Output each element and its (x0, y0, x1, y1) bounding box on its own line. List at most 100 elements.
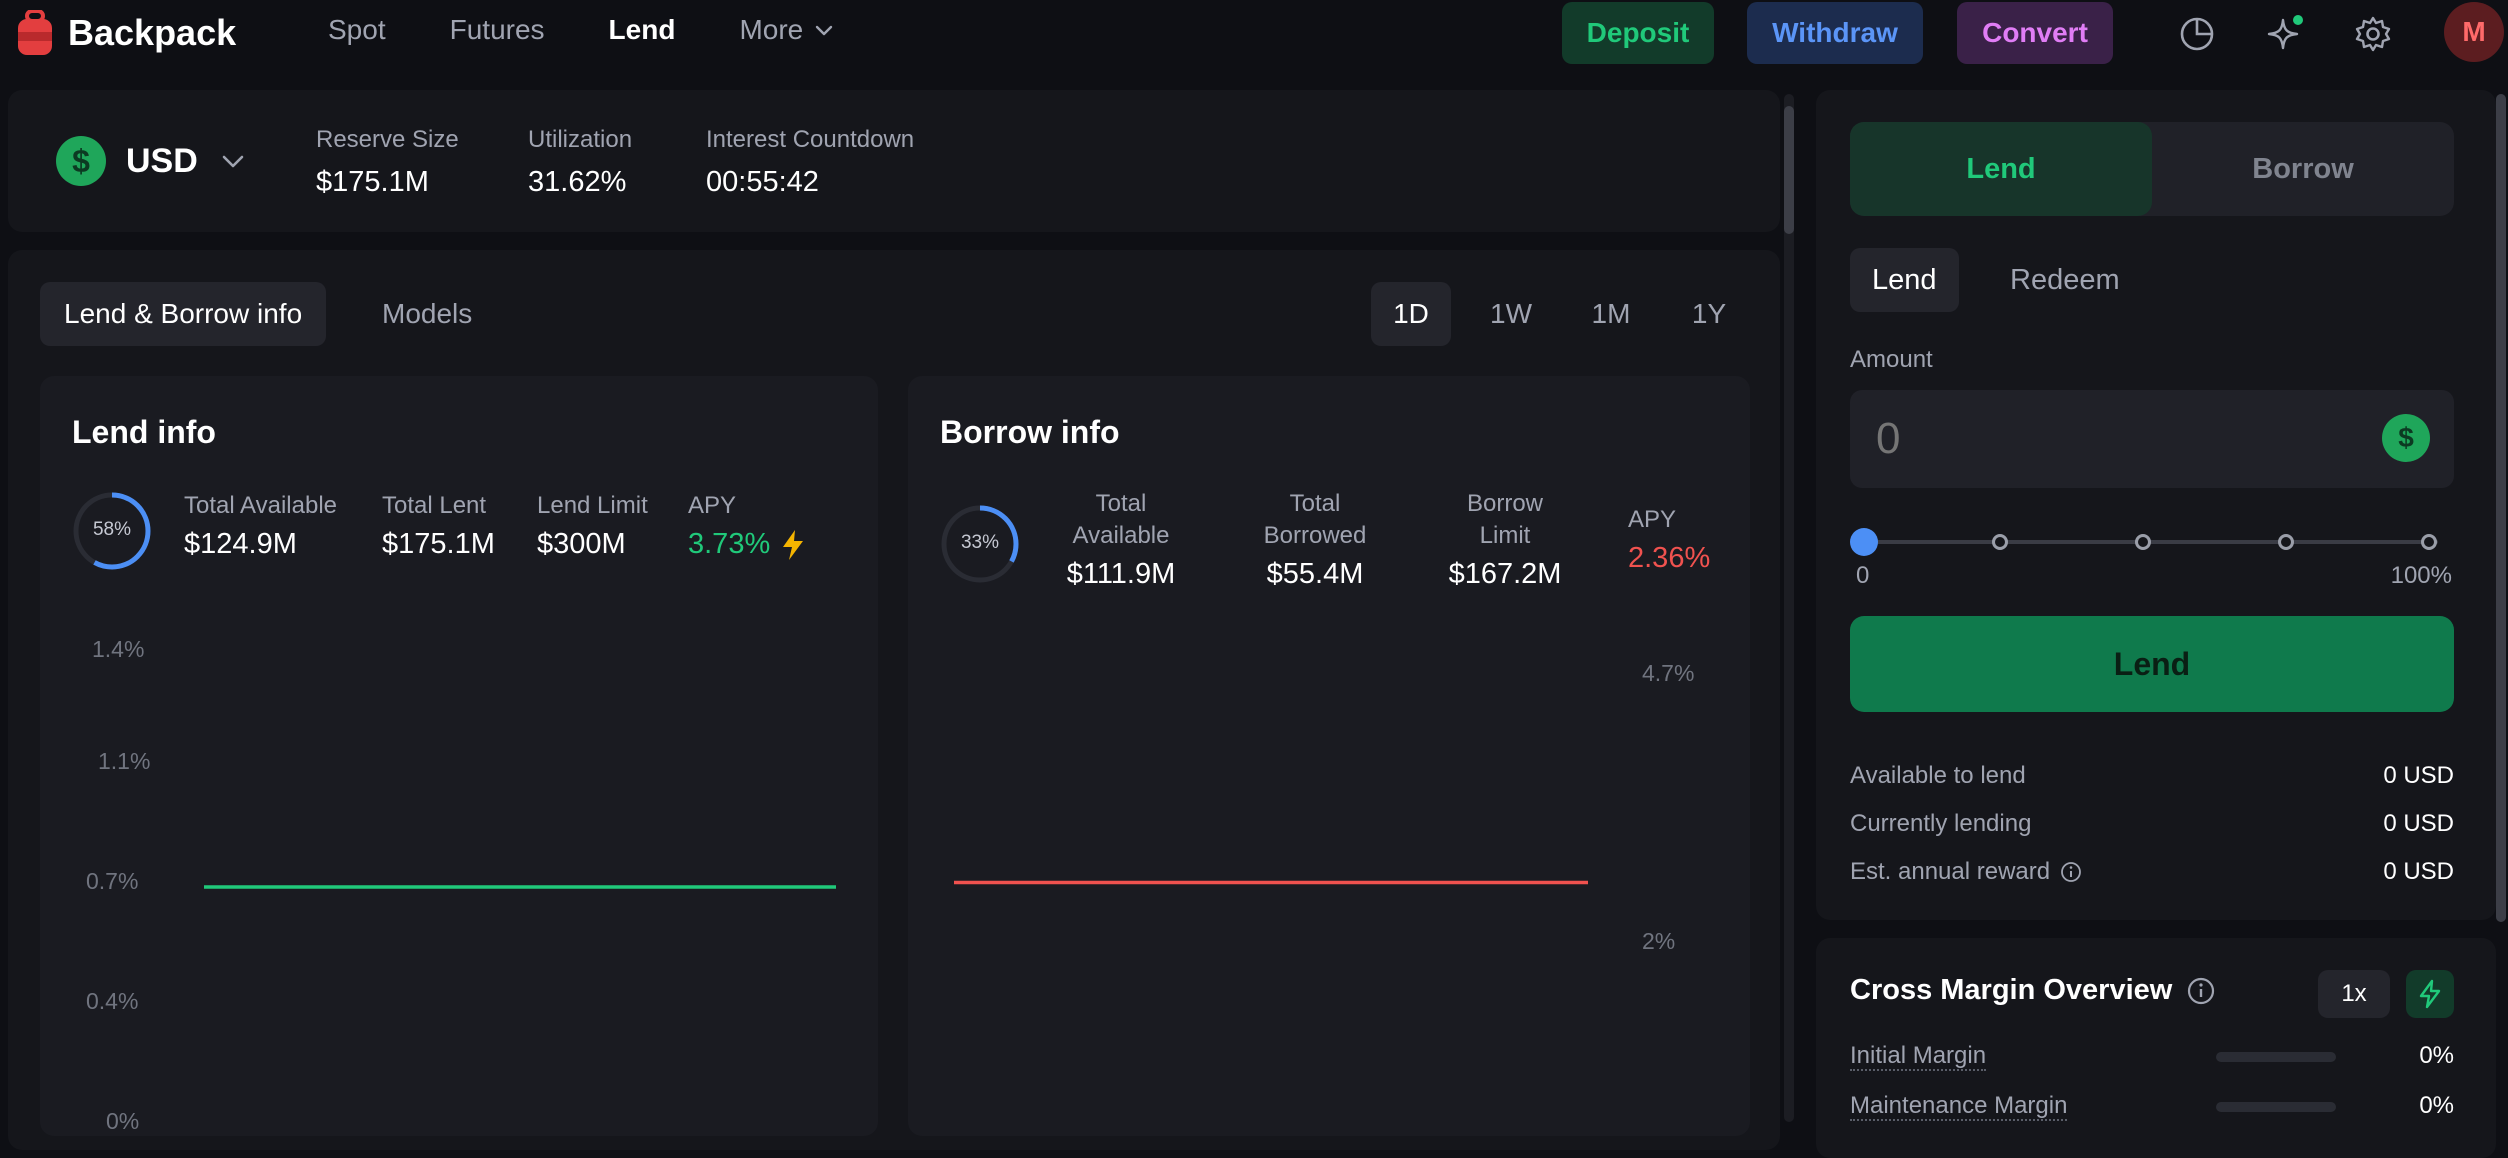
info-icon[interactable] (2060, 861, 2082, 883)
convert-button[interactable]: Convert (1957, 2, 2113, 64)
range-1m-button[interactable]: 1M (1571, 282, 1651, 346)
stat-label: Interest Countdown (706, 126, 915, 153)
slider-max-label: 100% (2390, 562, 2452, 589)
mode-toggle: Lend Borrow (1850, 122, 2454, 216)
side-scrollbar-track[interactable] (2496, 94, 2506, 922)
slider-step-50[interactable] (2135, 534, 2151, 550)
asset-selector[interactable]: $ USD (56, 136, 248, 186)
brand-logo-link[interactable]: Backpack (16, 10, 236, 56)
summary-row-lending: Currently lending 0 USD (1850, 810, 2454, 838)
reserve-size-stat: Reserve Size $175.1M (316, 126, 459, 199)
borrow-apy-line-chart (954, 880, 1588, 885)
initial-margin-row: Initial Margin 0% (1850, 1042, 2454, 1071)
sub-tab-redeem[interactable]: Redeem (1988, 248, 2142, 312)
interest-countdown-stat: Interest Countdown 00:55:42 (706, 126, 914, 199)
summary-label: Available to lend (1850, 762, 2026, 789)
lend-borrow-form-panel: Lend Borrow Lend Redeem Amount $ 0 100% … (1816, 90, 2496, 920)
utilization-stat: Utilization 31.62% (528, 126, 632, 199)
deposit-button[interactable]: Deposit (1562, 2, 1714, 64)
tab-models[interactable]: Models (358, 282, 496, 346)
y-axis-tick: 1.1% (98, 748, 151, 774)
stat-value: 31.62% (528, 166, 627, 198)
stat-label: Utilization (528, 126, 633, 153)
stat-value: $111.9M (1066, 558, 1176, 590)
lend-info-card: Lend info 58% Total Available $124.9M To… (40, 376, 878, 1136)
settings-gear-icon[interactable] (2353, 14, 2393, 54)
maintenance-margin-row: Maintenance Margin 0% (1850, 1092, 2454, 1121)
lightning-bolt-icon (783, 529, 804, 560)
y-axis-tick: 0.4% (86, 988, 139, 1014)
summary-label: Est. annual reward (1850, 858, 2051, 885)
portfolio-pie-icon[interactable] (2177, 14, 2217, 54)
range-1w-button[interactable]: 1W (1471, 282, 1551, 346)
auto-lend-toggle[interactable] (2406, 970, 2454, 1018)
slider-step-25[interactable] (1992, 534, 2008, 550)
range-1y-button[interactable]: 1Y (1669, 282, 1749, 346)
summary-value: 0 USD (2383, 810, 2454, 837)
lend-apy-value: 3.73% (688, 528, 771, 560)
borrow-info-card: Borrow info 33% Total Available $111.9M … (908, 376, 1750, 1136)
stat-value: $175.1M (382, 528, 495, 560)
amount-input[interactable] (1876, 410, 2356, 468)
nav-item-lend[interactable]: Lend (609, 14, 676, 46)
info-icon[interactable] (2186, 976, 2216, 1006)
card-title: Lend info (72, 414, 216, 450)
slider-min-label: 0 (1856, 562, 1870, 589)
y-axis-tick: 4.7% (1642, 660, 1695, 686)
margin-row-value: 0% (2419, 1092, 2454, 1119)
total-available-stat: Total Available $111.9M (1050, 488, 1192, 591)
brand-name: Backpack (68, 12, 237, 53)
stat-label: Reserve Size (316, 126, 459, 153)
stat-value: $167.2M (1448, 558, 1562, 590)
nav-item-futures[interactable]: Futures (450, 14, 545, 46)
reserve-summary-panel: $ USD Reserve Size $175.1M Utilization 3… (8, 90, 1780, 232)
main-nav: Spot Futures Lend More (328, 14, 835, 46)
stat-value: $55.4M (1266, 558, 1364, 590)
stat-label: Lend Limit (537, 492, 648, 519)
slider-track (1864, 540, 2438, 544)
summary-label: Currently lending (1850, 810, 2032, 837)
lend-submit-button[interactable]: Lend (1850, 616, 2454, 712)
total-lent-stat: Total Lent $175.1M (382, 490, 495, 561)
amount-slider[interactable] (1850, 528, 2462, 556)
margin-row-value: 0% (2419, 1042, 2454, 1069)
main-scrollbar-thumb[interactable] (1784, 106, 1794, 234)
top-navigation-bar: Backpack Spot Futures Lend More Deposit … (0, 0, 2508, 66)
sparkle-ai-icon[interactable] (2265, 14, 2305, 54)
slider-step-100[interactable] (2421, 534, 2437, 550)
ring-percent-label: 33% (960, 532, 1000, 553)
mode-lend-tab[interactable]: Lend (1850, 122, 2152, 216)
chevron-down-icon (222, 155, 244, 168)
lend-apy-line-chart (204, 885, 836, 889)
mode-borrow-tab[interactable]: Borrow (2152, 122, 2454, 216)
nav-item-more-label: More (739, 14, 804, 45)
borrow-limit-stat: Borrow Limit $167.2M (1440, 488, 1570, 591)
range-1d-button[interactable]: 1D (1371, 282, 1451, 346)
side-scrollbar-thumb[interactable] (2496, 94, 2506, 922)
chevron-down-icon (816, 25, 833, 36)
tab-lend-borrow-info[interactable]: Lend & Borrow info (40, 282, 327, 346)
y-axis-tick: 2% (1642, 928, 1676, 954)
stat-label: Borrow Limit (1466, 490, 1544, 549)
margin-progress-bar (2216, 1052, 2336, 1062)
withdraw-button[interactable]: Withdraw (1747, 2, 1923, 64)
stat-label: Total Available (1072, 490, 1170, 549)
stat-label: APY (1628, 506, 1677, 533)
nav-item-more[interactable]: More (739, 14, 835, 46)
leverage-button[interactable]: 1x (2318, 970, 2390, 1018)
main-scrollbar-track[interactable] (1784, 94, 1794, 1122)
user-avatar[interactable]: M (2444, 2, 2504, 62)
nav-item-spot[interactable]: Spot (328, 14, 386, 46)
lend-apy-stat: APY 3.73% (688, 490, 806, 561)
stat-label: APY (688, 492, 737, 519)
stat-label: Total Borrowed (1263, 490, 1367, 549)
backpack-logo-icon (18, 10, 52, 55)
margin-title: Cross Margin Overview (1850, 974, 2173, 1006)
ring-percent-label: 58% (92, 519, 132, 540)
margin-title-row: Cross Margin Overview (1850, 974, 2216, 1007)
slider-step-75[interactable] (2278, 534, 2294, 550)
slider-handle[interactable] (1850, 528, 1878, 556)
margin-row-label: Initial Margin (1850, 1042, 1987, 1071)
stat-value: $124.9M (184, 528, 297, 560)
sub-tab-lend[interactable]: Lend (1850, 248, 1959, 312)
